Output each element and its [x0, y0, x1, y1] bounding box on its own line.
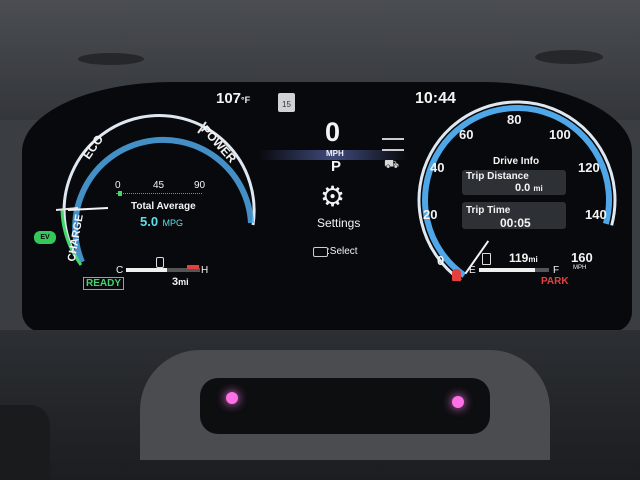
headlight-icon [382, 138, 404, 151]
fuel-range-unit: mi [528, 255, 538, 264]
select-hint: :Select [327, 246, 358, 257]
fuel-pump-icon [482, 253, 491, 265]
gear-indicator: P [331, 158, 342, 175]
mpg-scale-marker [118, 191, 122, 196]
mpg-scale-min: 0 [115, 180, 121, 191]
speed-tick-100: 100 [549, 127, 571, 142]
calendar-icon: 15 [278, 93, 295, 112]
ev-mode-icon: EV [34, 231, 56, 244]
speed-unit: MPH [326, 149, 344, 158]
speed-tick-120: 120 [578, 160, 600, 175]
steering-wheel-rim [0, 405, 50, 480]
settings-gear-icon[interactable]: ⚙ [320, 182, 345, 212]
fuel-gauge-fill [479, 268, 535, 272]
trip-distance-unit: mi [533, 184, 543, 193]
average-mpg: 5.0 MPG [140, 213, 183, 231]
ev-mode-badge: EV [40, 234, 50, 241]
trip-time-value: 00:05 [500, 216, 531, 230]
drive-info-title: Drive Info [493, 156, 540, 167]
speed-tick-160: 160 [571, 250, 593, 265]
fuel-gauge-bar [479, 268, 549, 272]
select-button-icon [313, 247, 328, 257]
fuel-range-value: 119 [509, 251, 529, 265]
calendar-day: 15 [282, 100, 291, 109]
park-indicator: PARK [541, 276, 569, 287]
temp-hot-zone [187, 265, 199, 269]
speed-tick-140: 140 [585, 207, 607, 222]
settings-label[interactable]: Settings [317, 216, 360, 230]
speed-tick-20: 20 [423, 207, 438, 222]
speedometer-unit: MPH [573, 265, 587, 271]
temp-cold-label: C [116, 265, 124, 276]
hud-light-left [226, 392, 238, 404]
head-up-display-lens [200, 378, 490, 434]
digital-speed: 0 [325, 117, 341, 147]
speed-tick-80: 80 [507, 112, 522, 127]
mpg-scale-mid: 45 [153, 180, 165, 191]
average-mpg-unit: MPG [162, 218, 184, 228]
ev-range: 3mi [172, 276, 189, 288]
fuel-full-label: F [553, 265, 560, 276]
hud-light-right [452, 396, 464, 408]
mpg-scale-max: 90 [194, 180, 206, 191]
speaker-grille-right [535, 50, 603, 64]
temp-hot-label: H [201, 265, 209, 276]
trip-distance: 0.0 mi [515, 182, 543, 194]
average-mpg-value: 5.0 [140, 214, 159, 229]
fuel-empty-label: E [469, 265, 476, 276]
speaker-grille-left [78, 53, 144, 65]
coolant-temp-icon [156, 257, 164, 268]
speed-tick-60: 60 [459, 127, 474, 142]
speed-tick-40: 40 [430, 160, 445, 175]
trip-distance-value: 0.0 [515, 182, 531, 194]
fuel-range: 119mi [509, 251, 538, 265]
trip-distance-label: Trip Distance [466, 171, 529, 182]
average-label: Total Average [131, 201, 196, 212]
mpg-scale-bar [116, 193, 202, 196]
ev-range-unit: mi [178, 277, 189, 287]
trip-time-label: Trip Time [466, 205, 511, 216]
seatbelt-warning-icon [452, 269, 461, 281]
ready-indicator: READY [83, 277, 125, 290]
speed-tick-0: 0 [437, 253, 445, 268]
lane-assist-icon: ⛟ [384, 157, 400, 171]
